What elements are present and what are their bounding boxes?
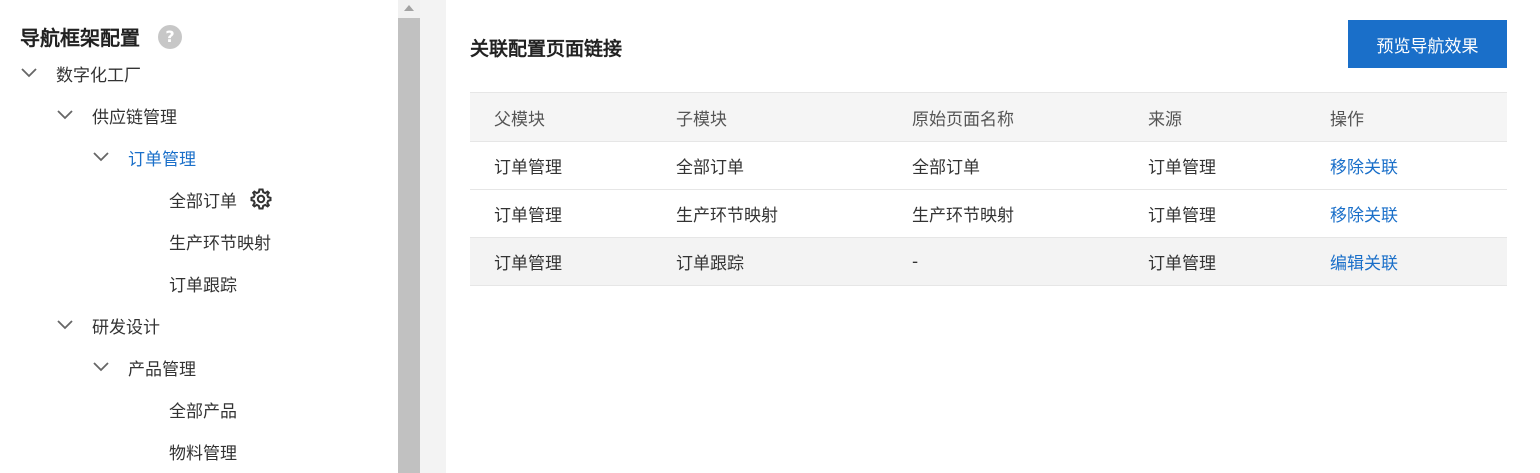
tree-node-order-tracking[interactable]: 订单跟踪 [169,262,237,304]
link-config-panel: 关联配置页面链接 预览导航效果 父模块 子模块 原始页面名称 来源 操作 订单管… [446,0,1540,473]
link-table: 父模块 子模块 原始页面名称 来源 操作 订单管理 全部订单 全部订单 订单管理… [470,92,1507,286]
tree-node-all-products[interactable]: 全部产品 [169,388,237,430]
tree-scrollbar[interactable] [398,0,420,473]
gear-icon[interactable] [249,187,273,211]
scroll-up-arrow-icon[interactable] [398,0,420,18]
remove-link-button[interactable]: 移除关联 [1330,206,1398,226]
column-header-source: 来源 [1148,92,1330,142]
cell-source: 订单管理 [1148,237,1330,286]
tree-node-supply-chain[interactable]: 供应链管理 [56,94,177,136]
cell-original-page: 全部订单 [912,141,1148,190]
cell-child-module: 生产环节映射 [676,189,912,238]
tree-node-product-management[interactable]: 产品管理 [92,346,196,388]
chevron-down-icon[interactable] [56,316,74,334]
cell-child-module: 全部订单 [676,141,912,190]
table-header-row: 父模块 子模块 原始页面名称 来源 操作 [470,92,1507,142]
cell-parent-module: 订单管理 [470,237,676,286]
cell-source: 订单管理 [1148,189,1330,238]
cell-source: 订单管理 [1148,141,1330,190]
scrollbar-thumb[interactable] [398,18,420,473]
help-icon[interactable]: ? [158,25,182,49]
cell-original-page: 生产环节映射 [912,189,1148,238]
tree-node-label: 全部订单 [169,191,237,212]
chevron-down-icon[interactable] [92,148,110,166]
tree-node-rd-design[interactable]: 研发设计 [56,304,160,346]
tree-node-label: 供应链管理 [92,107,177,128]
navigation-tree-panel: 导航框架配置 ? 数字化工厂 供应链管理 订单管理 全部订单 生产环节映射 订单… [0,0,398,473]
tree-title: 导航框架配置 [20,26,140,50]
table-row: 订单管理 订单跟踪 - 订单管理 编辑关联 [470,237,1507,286]
tree-node-digital-factory[interactable]: 数字化工厂 [20,52,141,94]
cell-parent-module: 订单管理 [470,141,676,190]
tree-node-label: 产品管理 [128,359,196,380]
chevron-down-icon[interactable] [92,358,110,376]
tree-node-label: 订单跟踪 [169,275,237,296]
column-header-child-module: 子模块 [676,92,912,142]
chevron-down-icon[interactable] [56,106,74,124]
tree-node-label: 数字化工厂 [56,65,141,86]
table-row: 订单管理 全部订单 全部订单 订单管理 移除关联 [470,141,1507,190]
cell-original-page: - [912,237,1148,286]
section-title: 关联配置页面链接 [470,38,623,60]
column-header-original-page: 原始页面名称 [912,92,1148,142]
cell-parent-module: 订单管理 [470,189,676,238]
tree-node-label: 物料管理 [169,443,237,464]
column-header-action: 操作 [1330,92,1507,142]
column-header-parent-module: 父模块 [470,92,676,142]
chevron-down-icon[interactable] [20,64,38,82]
tree-node-material-management[interactable]: 物料管理 [169,430,237,472]
edit-link-button[interactable]: 编辑关联 [1330,254,1398,274]
table-row: 订单管理 生产环节映射 生产环节映射 订单管理 移除关联 [470,189,1507,238]
tree-node-production-mapping[interactable]: 生产环节映射 [169,220,271,262]
panel-gutter [420,0,446,473]
tree-node-all-orders[interactable]: 全部订单 [169,178,273,220]
tree-node-order-management[interactable]: 订单管理 [92,136,196,178]
tree-node-label: 研发设计 [92,317,160,338]
tree-node-label: 订单管理 [128,149,196,170]
tree-node-label: 生产环节映射 [169,233,271,254]
remove-link-button[interactable]: 移除关联 [1330,158,1398,178]
tree-node-label: 全部产品 [169,401,237,422]
preview-navigation-button[interactable]: 预览导航效果 [1348,20,1507,68]
cell-child-module: 订单跟踪 [676,237,912,286]
